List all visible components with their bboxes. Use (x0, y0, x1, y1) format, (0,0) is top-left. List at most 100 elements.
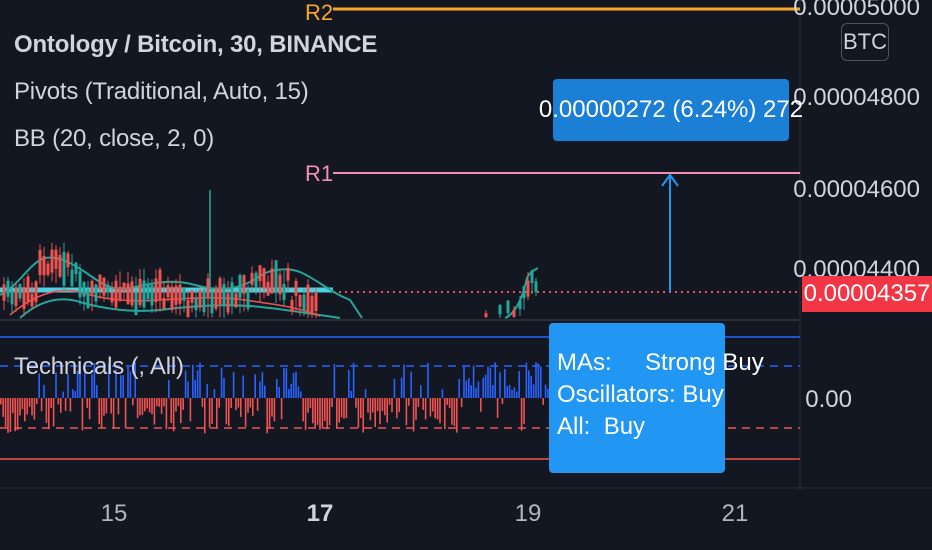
histogram-bar (153, 398, 156, 425)
candle-body (286, 267, 290, 281)
histogram-bar (314, 398, 316, 428)
histogram-bar (396, 398, 398, 419)
histogram-bar (492, 385, 494, 398)
histogram-bar (357, 398, 360, 428)
histogram-bar (43, 384, 45, 398)
histogram-bar (182, 398, 184, 410)
histogram-bar (535, 362, 537, 398)
candle-body (86, 289, 90, 309)
candle-body (98, 274, 102, 290)
histogram-bar (453, 398, 456, 427)
histogram-bar (208, 398, 211, 428)
histogram-bar (177, 398, 180, 406)
histogram-bar (7, 398, 9, 433)
candle-body (114, 280, 118, 308)
histogram-bar (542, 398, 544, 405)
price-scale-label: 0.00005000 (793, 0, 920, 21)
candle-body (146, 284, 150, 300)
candle-body (138, 278, 142, 306)
histogram-bar (132, 398, 134, 406)
time-tick: 15 (100, 500, 128, 527)
histogram-bar (316, 398, 319, 425)
symbol-legend[interactable]: Ontology / Bitcoin, 30, BINANCE (14, 31, 377, 59)
candle-body (126, 283, 130, 304)
histogram-bar (74, 391, 76, 398)
histogram-bar (362, 398, 364, 433)
candle-body (22, 287, 26, 309)
histogram-bar (33, 398, 36, 420)
histogram-bar (338, 398, 340, 423)
candle-body (154, 278, 158, 303)
histogram-bar (110, 398, 112, 414)
histogram-bar (165, 398, 168, 430)
histogram-bar (148, 398, 151, 413)
candle-body (262, 268, 266, 289)
histogram-bar (112, 398, 115, 429)
candle-body (302, 294, 306, 311)
candle-body (484, 313, 488, 318)
candle-body (34, 281, 38, 302)
histogram-bar (386, 398, 388, 423)
histogram-bar (194, 380, 196, 398)
histogram-bar (40, 398, 43, 412)
histogram-bar (237, 398, 240, 408)
candle-body (26, 276, 30, 302)
currency-button[interactable]: BTC (841, 23, 889, 61)
histogram-bar (364, 389, 367, 398)
candle-body (150, 285, 154, 306)
histogram-bar (501, 398, 504, 405)
histogram-bar (206, 384, 208, 398)
histogram-bar (381, 398, 384, 412)
candle-body (186, 300, 190, 317)
histogram-bar (441, 389, 444, 398)
histogram-bar (60, 398, 62, 413)
histogram-bar (232, 371, 235, 398)
histogram-bar (187, 381, 189, 398)
histogram-bar (451, 398, 453, 425)
histogram-bar (72, 389, 74, 398)
histogram-bar (518, 371, 520, 398)
histogram-bar (158, 398, 160, 407)
histogram-bar (482, 377, 484, 398)
histogram-bar (201, 398, 204, 407)
histogram-bar (268, 398, 271, 429)
technicals-legend[interactable]: Technicals (, All) (14, 353, 184, 381)
histogram-bar (494, 362, 496, 398)
histogram-bar (288, 389, 290, 398)
candle-body (70, 269, 74, 287)
histogram-bar (508, 384, 511, 398)
histogram-bar (295, 371, 297, 398)
histogram-bar (484, 374, 487, 398)
histogram-bar (434, 398, 436, 419)
time-tick: 21 (721, 500, 749, 527)
histogram-bar (81, 398, 84, 431)
histogram-bar (379, 398, 381, 425)
histogram-bar (192, 364, 194, 398)
histogram-bar (256, 398, 259, 411)
pivots-legend[interactable]: Pivots (Traditional, Auto, 15) (14, 78, 309, 106)
histogram-bar (336, 398, 338, 429)
histogram-bar (259, 381, 261, 398)
histogram-bar (240, 398, 242, 417)
candle-body (18, 283, 22, 299)
histogram-bar (439, 398, 441, 424)
histogram-bar (436, 398, 439, 420)
tech-all-value: Buy (603, 413, 646, 440)
candle-body (170, 286, 174, 310)
histogram-bar (98, 398, 100, 425)
histogram-bar (307, 398, 309, 413)
candle-body (94, 284, 98, 302)
candle-body (214, 288, 218, 309)
candle-body (142, 280, 146, 308)
histogram-bar (19, 398, 21, 416)
candle-body (158, 269, 162, 300)
price-scale-label: 0.00004600 (793, 176, 920, 203)
histogram-bar (475, 387, 477, 398)
histogram-bar (312, 398, 314, 424)
histogram-bar (324, 398, 326, 421)
candle-body (106, 284, 110, 293)
histogram-bar (367, 398, 369, 413)
bb-legend[interactable]: BB (20, close, 2, 0) (14, 125, 214, 153)
histogram-bar (544, 384, 547, 398)
histogram-bar (458, 379, 460, 398)
